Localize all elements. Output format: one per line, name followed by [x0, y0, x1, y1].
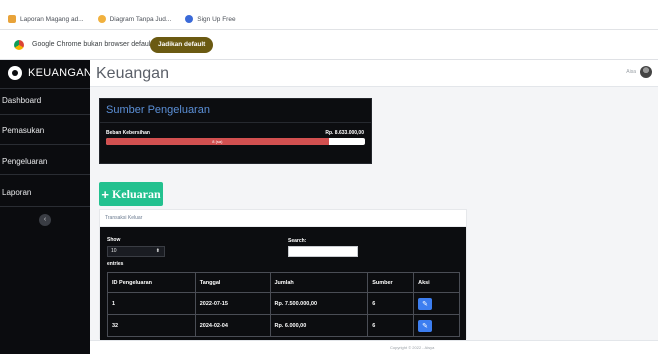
set-default-button[interactable]: Jadikan default [150, 37, 214, 53]
expense-progress-bar: 8 (sa) [106, 138, 365, 145]
table-row: 32 2024-02-04 Rp. 6.000,00 6 ✎ [107, 314, 460, 337]
sidebar-item-pemasukan[interactable]: Pemasukan [0, 122, 90, 140]
sidebar-item-dashboard[interactable]: Dashboard [0, 92, 90, 110]
table-header-row: ID Pengeluaran Tanggal Jumlah Sumber Aks… [107, 272, 460, 293]
sidebar-item-pengeluaran[interactable]: Pengeluaran [0, 153, 90, 171]
column-header-jumlah[interactable]: Jumlah [269, 272, 369, 293]
transaksi-keluar-card: Transaksi Keluar Show 10 ⬍ entries Searc… [99, 209, 467, 340]
sidebar-divider [0, 206, 90, 207]
brand[interactable]: KEUANGAN [8, 66, 92, 80]
bookmark-label: Diagram Tanpa Jud... [109, 15, 172, 23]
sidebar-item-laporan[interactable]: Laporan [0, 184, 90, 202]
add-keluaran-button[interactable]: + Keluaran [99, 182, 163, 206]
column-header-id[interactable]: ID Pengeluaran [107, 272, 196, 293]
entries-select[interactable]: 10 ⬍ [107, 246, 165, 257]
edit-icon[interactable]: ✎ [418, 297, 433, 310]
add-keluaran-label: Keluaran [111, 186, 161, 201]
sidebar: KEUANGAN Dashboard Pemasukan Pengeluaran… [0, 60, 92, 354]
sidebar-toggle-icon[interactable]: ‹ [39, 214, 51, 226]
chrome-icon [14, 40, 24, 50]
bookmarks-bar: Laporan Magang ad... Diagram Tanpa Jud..… [0, 0, 658, 30]
infobar-message: Google Chrome bukan browser default [32, 41, 153, 48]
sidebar-divider [0, 144, 90, 145]
show-label: Show [107, 237, 121, 243]
cell-jumlah: Rp. 7.500.000,00 [269, 292, 369, 315]
cell-tanggal: 2022-07-15 [194, 292, 271, 315]
entries-value: 10 [111, 248, 117, 254]
cell-aksi: ✎ [413, 292, 460, 315]
transactions-table: ID Pengeluaran Tanggal Jumlah Sumber Aks… [107, 272, 460, 337]
default-browser-infobar: Google Chrome bukan browser default Jadi… [0, 30, 658, 60]
card-divider [100, 122, 371, 123]
cell-sumber: 6 [367, 292, 415, 315]
column-header-sumber[interactable]: Sumber [367, 272, 415, 293]
page-header: Keuangan Aisa [90, 60, 658, 87]
plus-icon: + [101, 186, 109, 202]
bookmark-diagram[interactable]: Diagram Tanpa Jud... [97, 15, 172, 23]
sidebar-divider [0, 114, 90, 115]
cell-id: 1 [107, 292, 196, 315]
expense-progress-fill: 8 (sa) [106, 138, 329, 145]
bookmark-icon [8, 15, 16, 23]
cell-sumber: 6 [367, 314, 415, 337]
sumber-pengeluaran-card: Sumber Pengeluaran Beban Kebersihan Rp. … [99, 98, 372, 164]
sidebar-divider [0, 88, 90, 89]
column-header-tanggal[interactable]: Tanggal [194, 272, 271, 293]
user-name: Aisa [626, 69, 636, 75]
card-title: Sumber Pengeluaran [106, 104, 210, 116]
user-menu[interactable]: Aisa [626, 66, 652, 78]
bookmark-label: Sign Up Free [197, 15, 236, 23]
sidebar-divider [0, 174, 90, 175]
cell-aksi: ✎ [413, 314, 460, 337]
entries-label: entries [107, 261, 124, 267]
expense-source-value: Rp. 8.633.000,00 [325, 130, 364, 136]
bookmark-icon [97, 15, 106, 23]
avatar [640, 66, 652, 78]
chevron-down-icon: ⬍ [155, 248, 160, 254]
page-title: Keuangan [96, 65, 169, 82]
cell-jumlah: Rp. 6.000,00 [269, 314, 369, 337]
edit-icon[interactable]: ✎ [418, 319, 433, 332]
column-header-aksi[interactable]: Aksi [413, 272, 460, 293]
table-row: 1 2022-07-15 Rp. 7.500.000,00 6 ✎ [107, 292, 460, 315]
bookmark-laporan-magang[interactable]: Laporan Magang ad... [8, 15, 84, 23]
search-input[interactable] [288, 246, 358, 257]
card-header: Transaksi Keluar [100, 210, 466, 227]
search-label: Search: [288, 238, 307, 244]
footer-copyright: Copyright © 2022 - Aisya [390, 345, 435, 350]
expense-source-label: Beban Kebersihan [106, 130, 150, 136]
bookmark-signup[interactable]: Sign Up Free [185, 15, 236, 23]
brand-logo-icon [8, 66, 22, 80]
footer: Copyright © 2022 - Aisya [90, 340, 658, 354]
cell-id: 32 [107, 314, 196, 337]
bookmark-icon [185, 15, 194, 23]
brand-name: KEUANGAN [28, 67, 93, 79]
bookmark-label: Laporan Magang ad... [20, 15, 84, 23]
cell-tanggal: 2024-02-04 [194, 314, 271, 337]
datatable-container: Show 10 ⬍ entries Search: ID Pengeluaran… [100, 227, 466, 340]
